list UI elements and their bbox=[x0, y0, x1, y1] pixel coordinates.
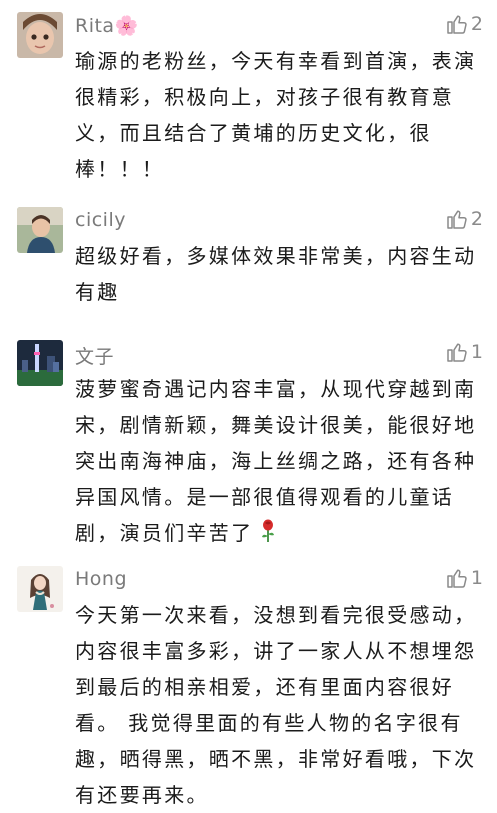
user-avatar[interactable] bbox=[17, 340, 63, 386]
comment-list: Rita🌸 2 瑜源的老粉丝，今天有幸看到首演，表演很精彩，积极向上，对孩子很有… bbox=[0, 0, 497, 807]
like-button[interactable]: 2 bbox=[445, 12, 483, 36]
like-button[interactable]: 2 bbox=[445, 207, 483, 231]
user-name[interactable]: cicily bbox=[75, 209, 126, 231]
like-button[interactable]: 1 bbox=[445, 566, 483, 590]
thumbs-up-icon bbox=[447, 15, 467, 34]
child-photo-avatar bbox=[17, 207, 63, 253]
like-count: 2 bbox=[470, 208, 483, 230]
thumbs-up-icon bbox=[447, 343, 467, 362]
like-count: 1 bbox=[470, 341, 483, 363]
comment-text: 超级好看，多媒体效果非常美，内容生动有趣 bbox=[75, 244, 477, 304]
user-avatar[interactable] bbox=[17, 207, 63, 253]
user-avatar[interactable] bbox=[17, 12, 63, 58]
user-avatar[interactable] bbox=[17, 566, 63, 612]
comment-text: 菠萝蜜奇遇记内容丰富，从现代穿越到南宋，剧情新颖，舞美设计很美，能很好地突出南海… bbox=[75, 371, 487, 554]
thumbs-up-icon bbox=[447, 210, 467, 229]
rose-icon bbox=[259, 518, 277, 554]
like-count: 1 bbox=[470, 567, 483, 589]
thumbs-up-icon bbox=[447, 569, 467, 588]
girl-photo-avatar bbox=[17, 12, 63, 58]
comment-text: 瑜源的老粉丝，今天有幸看到首演，表演很精彩，积极向上，对孩子很有教育意义，而且结… bbox=[75, 49, 477, 181]
user-name[interactable]: Hong bbox=[75, 568, 127, 590]
like-count: 2 bbox=[470, 13, 483, 35]
illustrated-girl-avatar bbox=[17, 566, 63, 612]
like-button[interactable]: 1 bbox=[445, 340, 483, 364]
user-name[interactable]: 文子 bbox=[75, 342, 114, 369]
user-name[interactable]: Rita🌸 bbox=[75, 14, 139, 37]
night-city-avatar bbox=[17, 340, 63, 386]
comment-text: 今天第一次来看，没想到看完很受感动，内容很丰富多彩，讲了一家人从不想埋怨到最后的… bbox=[75, 603, 477, 807]
